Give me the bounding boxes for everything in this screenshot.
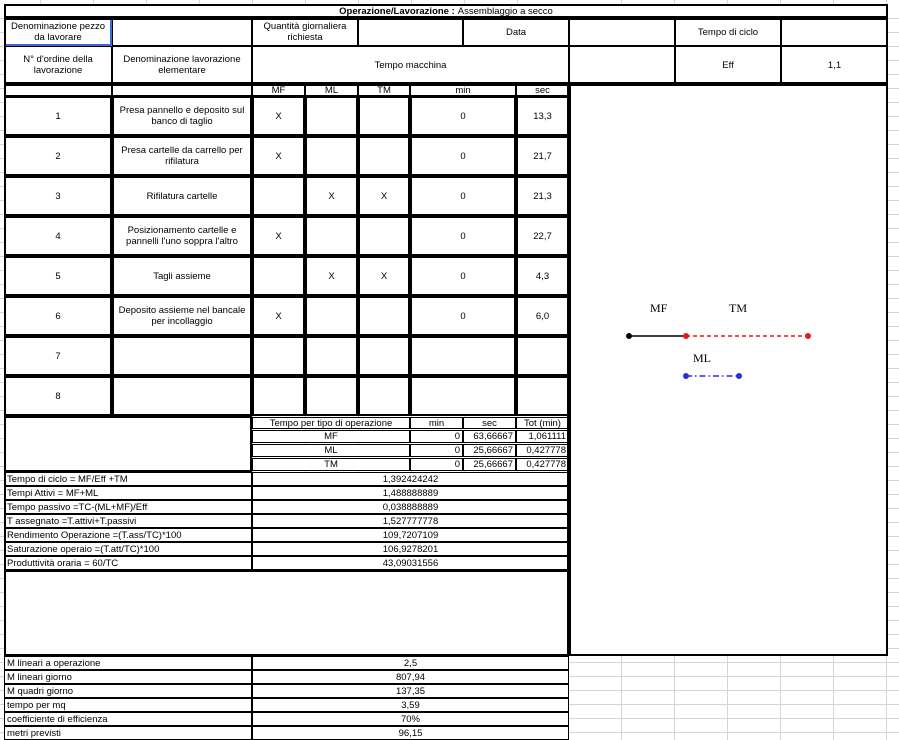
tm-start-marker [683, 333, 689, 339]
ml-start-marker [683, 373, 689, 379]
bottom-value[interactable]: 96,15 [252, 726, 569, 740]
bottom-label[interactable]: coefficiente di efficienza [4, 712, 252, 726]
tm-end-marker [805, 333, 811, 339]
bottom-label[interactable]: M lineari a operazione [4, 656, 252, 670]
bottom-value[interactable]: 70% [252, 712, 569, 726]
sheet-title[interactable]: Operazione/Lavorazione : Assemblaggio a s… [4, 4, 888, 18]
diagram-label-tm: TM [729, 301, 747, 315]
diagram-label-ml: ML [693, 351, 711, 365]
bottom-value[interactable]: 137,35 [252, 684, 569, 698]
ml-end-marker [736, 373, 742, 379]
gantt-diagram-area: MF TM ML [569, 84, 888, 656]
bottom-label[interactable]: tempo per mq [4, 698, 252, 712]
bottom-value[interactable]: 3,59 [252, 698, 569, 712]
bottom-value[interactable]: 807,94 [252, 670, 569, 684]
mf-start-marker [626, 333, 632, 339]
table-frame [4, 84, 569, 656]
spreadsheet: Operazione/Lavorazione : Assemblaggio a s… [0, 0, 899, 740]
title-value: Assemblaggio a secco [457, 5, 553, 17]
header-frame [4, 18, 888, 84]
bottom-label[interactable]: M quadri giorno [4, 684, 252, 698]
diagram-label-mf: MF [650, 301, 668, 315]
bottom-label[interactable]: M lineari giorno [4, 670, 252, 684]
title-label: Operazione/Lavorazione : [339, 5, 455, 17]
bottom-label[interactable]: metri previsti [4, 726, 252, 740]
gantt-diagram: MF TM ML [626, 301, 811, 379]
bottom-value[interactable]: 2,5 [252, 656, 569, 670]
